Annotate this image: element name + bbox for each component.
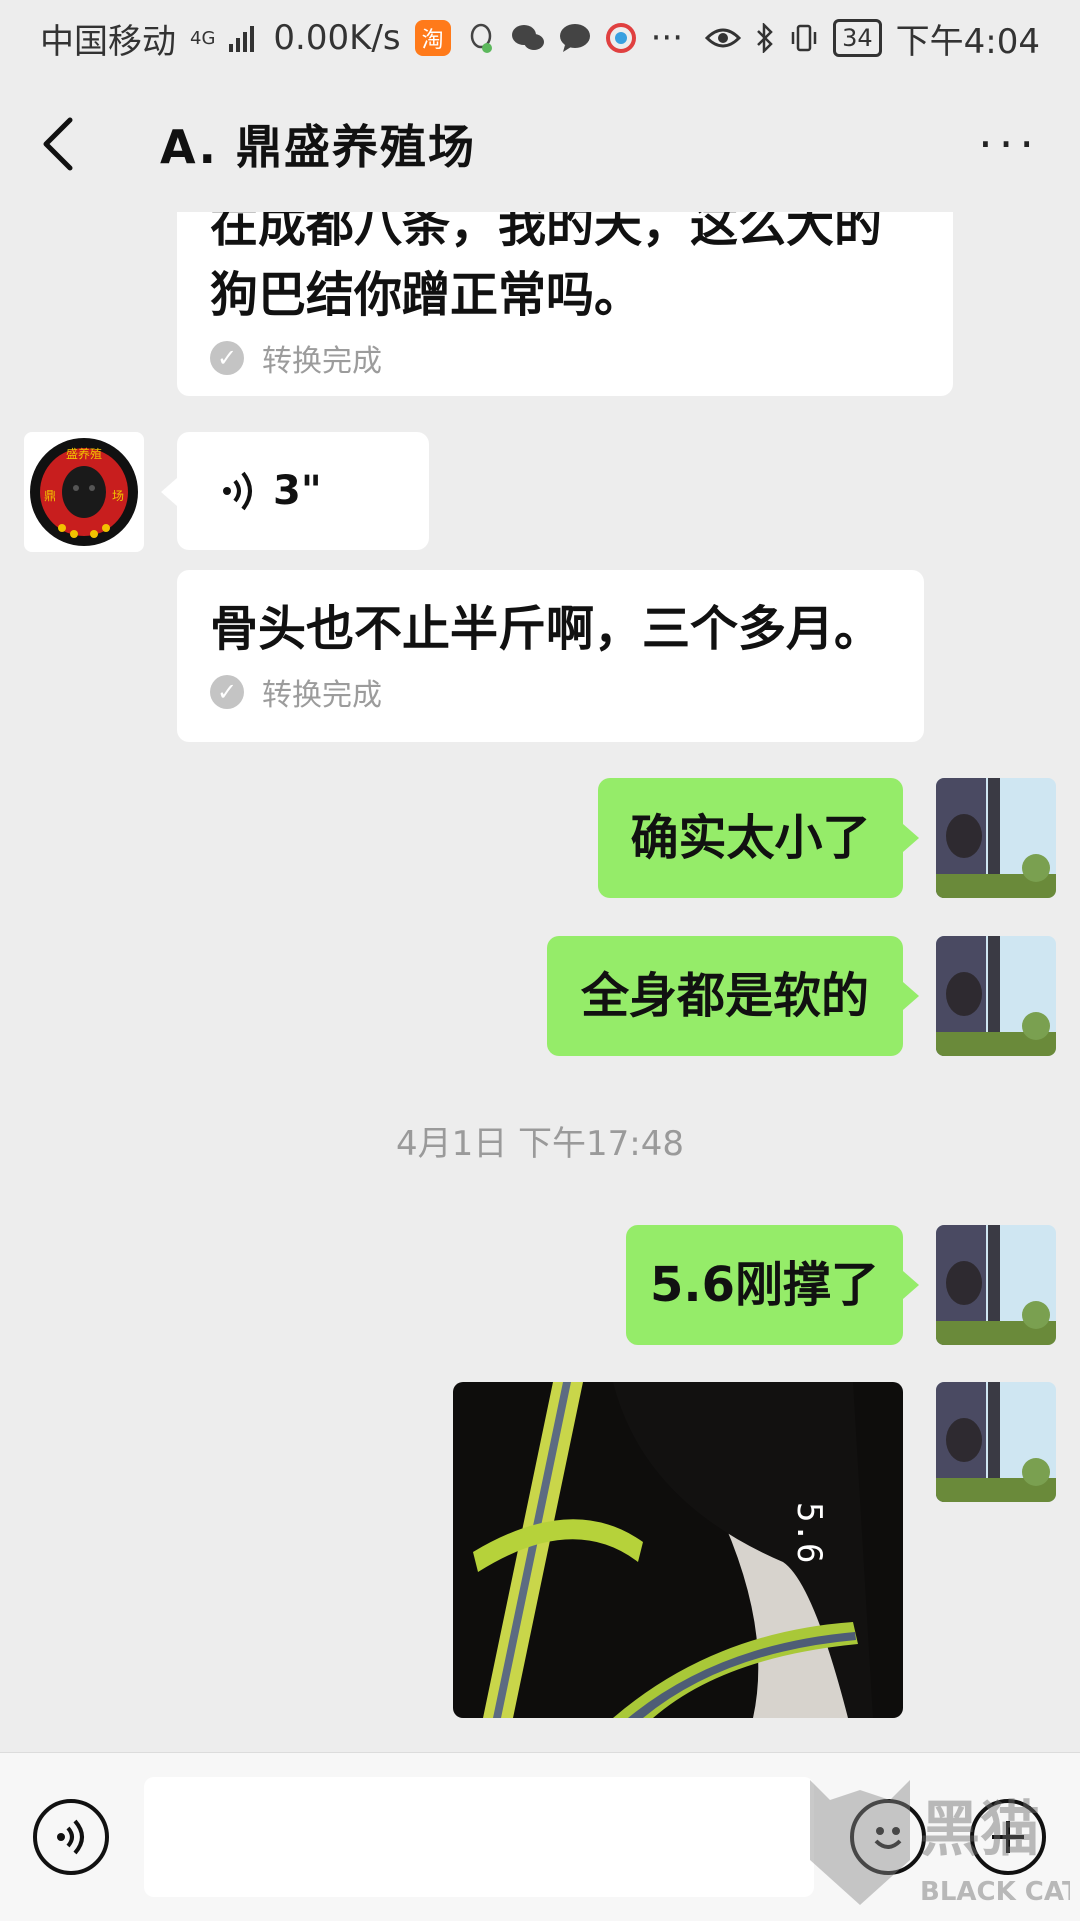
own-message-bubble[interactable]: 全身都是软的 [547, 936, 903, 1056]
convert-status-label: 转换完成 [262, 678, 382, 713]
watermark-text: 黑猫 [920, 1795, 1040, 1865]
convert-status-label: 转换完成 [262, 344, 382, 379]
user-avatar-photo [936, 1382, 1056, 1502]
status-right: 34 下午4:04 [705, 14, 1040, 63]
eye-icon [705, 26, 742, 50]
browser-icon [605, 22, 637, 54]
back-button[interactable] [40, 104, 100, 184]
message-bubble-converted-text[interactable]: 骨头也不止半斤啊，三个多月。 ✓ 转换完成 [177, 570, 924, 742]
watermark-sub: BLACK CAT [920, 1877, 1070, 1907]
clock-label: 下午4:04 [895, 21, 1040, 62]
vibrate-icon [789, 23, 819, 53]
message-timestamp: 4月1日 下午17:48 [395, 1124, 685, 1164]
logo-text-top: 盛养殖 [66, 446, 102, 461]
battery-icon: 34 [833, 19, 882, 57]
voice-wave-icon [223, 471, 252, 511]
chat-title: A. 鼎盛养殖场 [160, 120, 476, 174]
blackcat-logo-icon: 黑猫 BLACK CAT [810, 1780, 1080, 1907]
contact-avatar[interactable]: 盛养殖 鼎 场 [24, 432, 144, 552]
status-bar: 中国移动 4G 0.00K/s 淘 ··· 34 下午4:04 [0, 0, 1080, 76]
user-avatar[interactable] [936, 1382, 1056, 1502]
image-message[interactable]: 5.6 [453, 1382, 903, 1718]
bubble-tail [903, 1271, 919, 1299]
check-circle-icon: ✓ [210, 341, 244, 375]
network-label: 4G [190, 27, 216, 49]
converted-text: 骨头也不止半斤啊，三个多月。 [210, 601, 883, 657]
message-text: 确实太小了 [630, 810, 871, 866]
own-message-bubble[interactable]: 5.6刚撑了 [626, 1225, 903, 1345]
convert-status: ✓ 转换完成 [210, 670, 894, 714]
carrier-label: 中国移动 [40, 21, 176, 62]
user-avatar-photo [936, 936, 1056, 1056]
voice-duration: 3" [273, 468, 322, 514]
message-icon [559, 23, 591, 53]
user-avatar-photo [936, 778, 1056, 898]
converted-text-partial: 在成都八条，我的天，这么大的 [210, 212, 883, 253]
scale-reading: 5.6 [789, 1502, 829, 1563]
message-bubble-converted-text[interactable]: 在成都八条，我的天，这么大的 狗巴结你蹭正常吗。 ✓ 转换完成 [177, 212, 953, 396]
bluetooth-icon [755, 23, 775, 53]
scale-photo: 5.6 [453, 1382, 903, 1718]
message-text: 全身都是软的 [580, 968, 869, 1024]
user-avatar-photo [936, 1225, 1056, 1345]
own-message-bubble[interactable]: 确实太小了 [598, 778, 903, 898]
signal-icon [229, 24, 259, 52]
blackcat-watermark: 黑猫 BLACK CAT [800, 1770, 1080, 1910]
convert-status: ✓ 转换完成 [210, 336, 923, 380]
voice-input-button[interactable] [33, 1799, 109, 1875]
chat-header: A. 鼎盛养殖场 ··· [0, 76, 1080, 212]
taobao-icon: 淘 [414, 20, 451, 56]
more-options-button[interactable]: ··· [978, 117, 1040, 171]
chevron-left-icon [43, 117, 73, 171]
voice-message-bubble[interactable]: 3" [177, 432, 429, 550]
more-notifications-icon: ··· [650, 18, 684, 58]
chat-message-list[interactable]: 在成都八条，我的天，这么大的 狗巴结你蹭正常吗。 ✓ 转换完成 盛养殖 鼎 场 … [0, 212, 1080, 1752]
bubble-tail [903, 982, 919, 1010]
qq-icon [465, 22, 497, 54]
logo-text-left: 鼎 [44, 489, 56, 503]
user-avatar[interactable] [936, 936, 1056, 1056]
bubble-tail [161, 478, 177, 506]
message-input[interactable] [144, 1777, 814, 1897]
farm-logo-icon: 盛养殖 鼎 场 [30, 438, 138, 546]
user-avatar[interactable] [936, 1225, 1056, 1345]
bubble-tail [903, 824, 919, 852]
status-left: 中国移动 4G 0.00K/s 淘 ··· [40, 14, 683, 63]
check-circle-icon: ✓ [210, 675, 244, 709]
message-text: 5.6刚撑了 [649, 1257, 880, 1313]
user-avatar[interactable] [936, 778, 1056, 898]
voice-wave-icon [57, 1819, 84, 1855]
speed-label: 0.00K/s [273, 18, 401, 58]
converted-text: 狗巴结你蹭正常吗。 [210, 267, 643, 323]
wechat-icon [511, 23, 545, 53]
logo-text-right: 场 [112, 489, 124, 503]
